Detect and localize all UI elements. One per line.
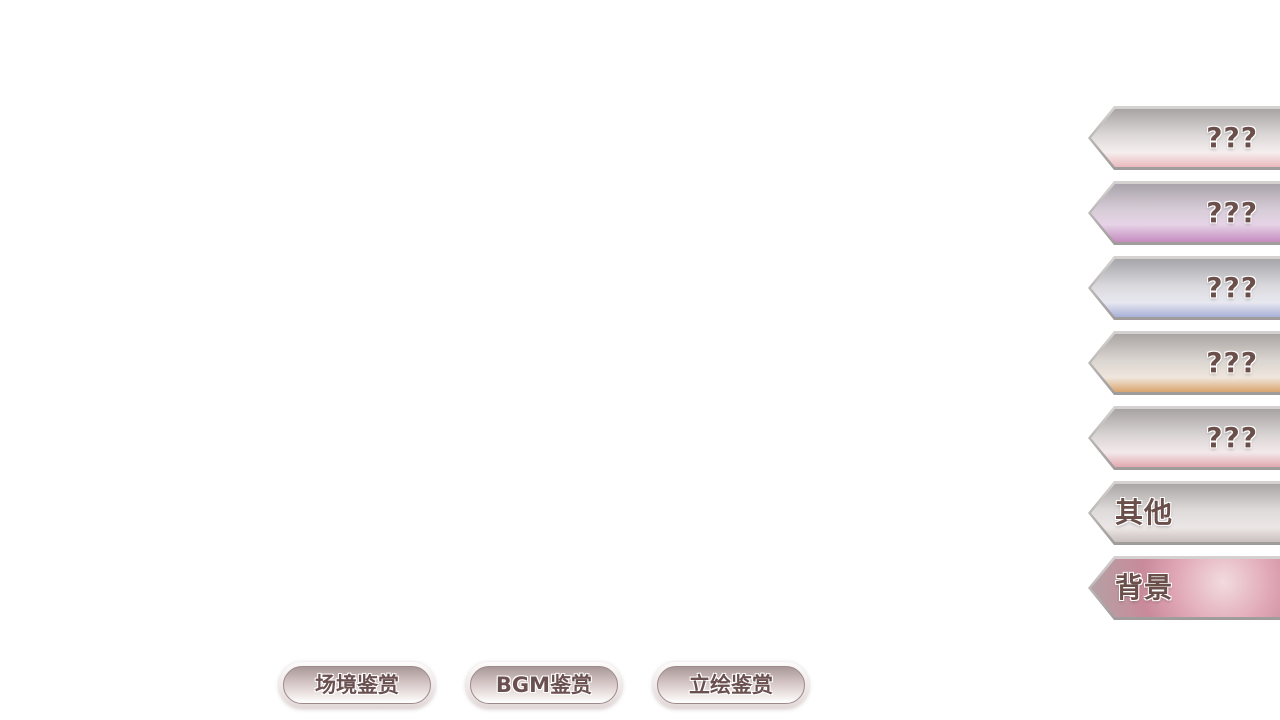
- category-tab-2[interactable]: ???: [1088, 181, 1280, 245]
- tab-label: ???: [1206, 346, 1258, 379]
- tab-label: 其他: [1115, 496, 1174, 529]
- scene-gallery-button[interactable]: 场境鉴赏: [279, 662, 435, 708]
- tab-label: ???: [1206, 421, 1258, 454]
- tab-label: ???: [1206, 271, 1258, 304]
- portrait-gallery-button[interactable]: 立绘鉴赏: [653, 662, 809, 708]
- button-label: BGM鉴赏: [495, 673, 593, 697]
- tab-label: ???: [1206, 121, 1258, 154]
- tab-label: 背景: [1115, 571, 1174, 604]
- tab-label: ???: [1206, 196, 1258, 229]
- category-tab-1[interactable]: ???: [1088, 106, 1280, 170]
- bgm-gallery-button[interactable]: BGM鉴赏: [466, 662, 622, 708]
- button-label: 场境鉴赏: [315, 673, 399, 697]
- category-tab-other[interactable]: 其他: [1088, 481, 1280, 545]
- gallery-screen: ??? ??? ??? ??? ??? 其他 背景 场境鉴赏 BGM鉴赏 立绘鉴…: [0, 0, 1280, 720]
- button-label: 立绘鉴赏: [689, 673, 773, 697]
- category-tab-3[interactable]: ???: [1088, 256, 1280, 320]
- category-tab-4[interactable]: ???: [1088, 331, 1280, 395]
- category-tab-background[interactable]: 背景: [1088, 556, 1280, 620]
- category-tab-5[interactable]: ???: [1088, 406, 1280, 470]
